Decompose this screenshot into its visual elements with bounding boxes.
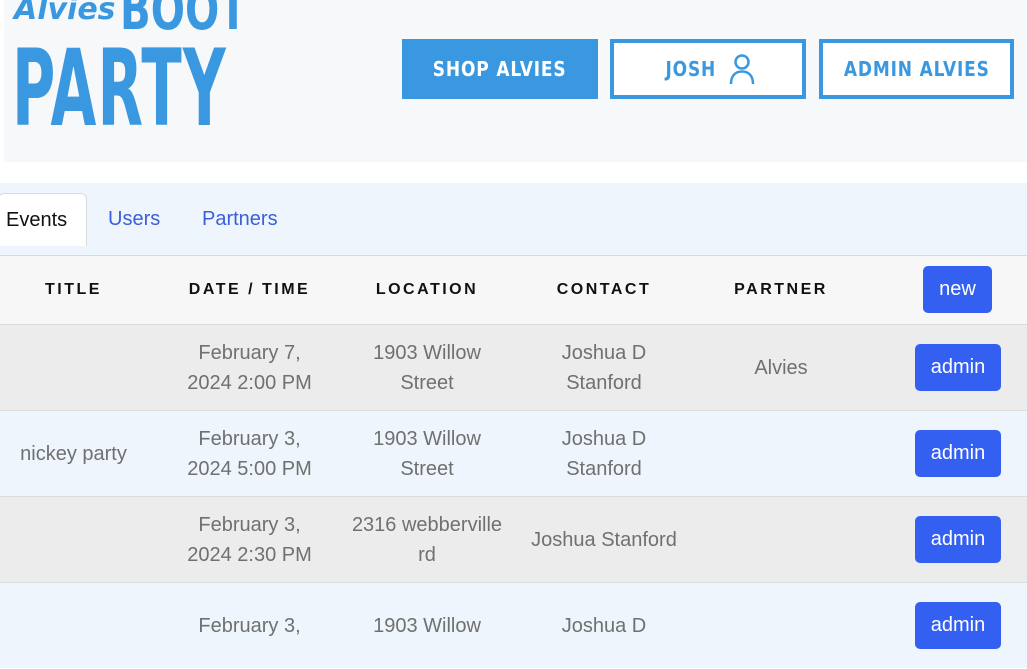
event-location: 1903 Willow [373, 615, 481, 637]
site-header: Alvies BOOT PARTY Shop Alvies Josh Admin… [4, 0, 1027, 162]
user-account-button[interactable]: Josh [610, 39, 806, 99]
column-header-date-time: DATE / TIME [188, 281, 311, 298]
event-date-time: February 3, 2024 5:00 PM [187, 428, 312, 480]
event-location: 1903 Willow Street [373, 342, 481, 394]
column-header-location: LOCATION [375, 281, 479, 298]
admin-alvies-button[interactable]: Admin Alvies [819, 39, 1014, 99]
shop-alvies-button[interactable]: Shop Alvies [402, 39, 598, 99]
column-header-title: TITLE [45, 281, 102, 298]
tab-users[interactable]: Users [108, 193, 160, 245]
event-contact: Joshua Stanford [531, 529, 677, 551]
event-location: 1903 Willow Street [373, 428, 481, 480]
row-admin-button[interactable]: admin [915, 516, 1001, 563]
logo-script-word: Alvies [14, 0, 116, 27]
column-header-partner: PARTNER [734, 281, 828, 298]
user-icon [729, 54, 755, 85]
event-contact: Joshua D [561, 615, 647, 637]
logo-word-bottom: PARTY [12, 27, 227, 150]
table-row[interactable]: February 7, 2024 2:00 PM 1903 Willow Stree… [0, 325, 1027, 411]
event-date-time: February 3, [198, 615, 301, 637]
tab-bar: Events Users Partners [0, 183, 1027, 256]
admin-alvies-label: Admin Alvies [843, 57, 990, 81]
event-location: 2316 webberville rd [351, 514, 503, 566]
event-date-time: February 3, 2024 2:30 PM [187, 514, 312, 566]
row-admin-button[interactable]: admin [915, 430, 1001, 477]
event-contact: Joshua D Stanford [561, 428, 647, 480]
event-date-time: February 7, 2024 2:00 PM [187, 342, 312, 394]
row-admin-button[interactable]: admin [915, 344, 1001, 391]
event-title: nickey party [20, 443, 127, 465]
events-table: TITLE DATE / TIME LOCATION CONTACT PARTN… [0, 256, 1027, 668]
event-title [0, 583, 147, 669]
boot-party-logo[interactable]: Alvies BOOT PARTY [12, 0, 247, 153]
new-event-button[interactable]: new [923, 266, 992, 313]
event-title [0, 325, 147, 411]
column-header-contact: CONTACT [556, 281, 652, 298]
event-partner [694, 583, 868, 669]
shop-alvies-label: Shop Alvies [433, 57, 567, 81]
event-partner [694, 411, 868, 497]
user-account-label: Josh [665, 57, 717, 81]
row-admin-button[interactable]: admin [915, 602, 1001, 649]
table-row[interactable]: nickey party February 3, 2024 5:00 PM 190… [0, 411, 1027, 497]
event-contact: Joshua D Stanford [561, 342, 647, 394]
table-row[interactable]: February 3, 1903 Willow Joshua D admin [0, 583, 1027, 668]
table-row[interactable]: February 3, 2024 2:30 PM 2316 webberville… [0, 497, 1027, 583]
tab-events[interactable]: Events [0, 193, 87, 246]
tab-partners[interactable]: Partners [202, 193, 278, 245]
event-title [0, 497, 147, 583]
event-partner: Alvies [754, 357, 808, 379]
event-partner [694, 497, 868, 583]
table-header: TITLE DATE / TIME LOCATION CONTACT PARTN… [0, 256, 1027, 325]
